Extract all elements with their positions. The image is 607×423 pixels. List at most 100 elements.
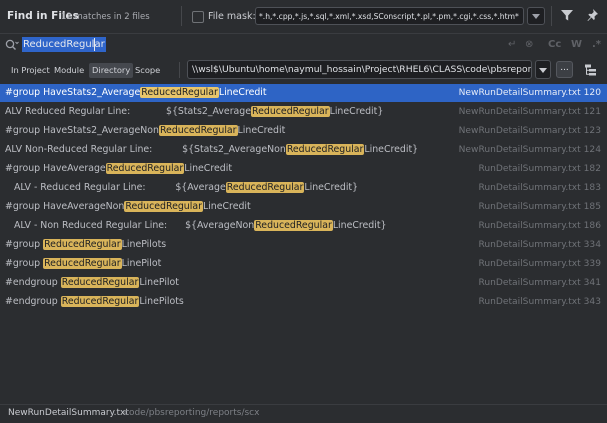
result-file-name: NewRunDetailSummary.txt: [458, 145, 581, 155]
result-line-text: ALV - Reduced Regular Line: ${AverageRed…: [5, 179, 358, 197]
tab-directory[interactable]: Directory: [89, 63, 134, 78]
result-file-name: RunDetailSummary.txt: [478, 221, 581, 231]
result-line-text: #group ReducedRegularLinePilot: [5, 255, 161, 273]
result-suffix: LineCredit}: [364, 144, 419, 155]
result-file-location: RunDetailSummary.txt 341: [478, 274, 601, 292]
match-highlight: ReducedRegular: [251, 106, 330, 117]
file-mask-input[interactable]: *.h,*.cpp,*.js,*.sql,*.xml,*.xsd,SConscr…: [255, 7, 524, 25]
pin-icon[interactable]: [586, 8, 599, 22]
file-mask-checkbox[interactable]: [192, 11, 204, 23]
result-file-location: NewRunDetailSummary.txt 121: [459, 103, 601, 121]
result-suffix: LineCredit: [237, 125, 286, 136]
result-line-number: 339: [583, 259, 601, 269]
match-highlight: ReducedRegular: [124, 201, 203, 212]
result-file-name: RunDetailSummary.txt: [478, 202, 581, 212]
match-highlight: ReducedRegular: [43, 239, 122, 250]
filter-icon[interactable]: [560, 8, 574, 22]
words-icon[interactable]: W: [571, 38, 582, 52]
result-line-number: 123: [583, 126, 601, 136]
browse-button[interactable]: ...: [556, 61, 573, 78]
result-file-location: RunDetailSummary.txt 334: [478, 236, 601, 254]
result-line-number: 334: [583, 240, 601, 250]
result-suffix: LineCredit: [202, 201, 251, 212]
result-row[interactable]: #endgroup ReducedRegularLinePilots RunDet…: [0, 293, 607, 311]
result-prefix: #group HaveStats2_AverageNon: [5, 125, 159, 136]
result-line-text: #group HaveStats2_AverageReducedRegularL…: [5, 84, 267, 102]
result-suffix: LineCredit: [184, 163, 232, 174]
result-file-name: NewRunDetailSummary.txt: [458, 107, 581, 117]
result-line-text: ALV Non-Reduced Regular Line: ${Stats2_A…: [5, 141, 418, 159]
result-line-text: ALV Reduced Regular Line: ${Stats2_Avera…: [5, 103, 383, 121]
header-divider-2: [551, 6, 552, 26]
file-mask-label: File mask:: [208, 11, 256, 22]
search-icon[interactable]: [5, 39, 19, 51]
tab-scope[interactable]: Scope: [132, 63, 163, 78]
result-prefix: #group HaveAverage: [5, 163, 106, 174]
regex-icon[interactable]: .*: [592, 38, 601, 52]
result-prefix: #group HaveAverageNon: [5, 201, 125, 212]
result-row[interactable]: ALV - Non Reduced Regular Line: ${Averag…: [0, 217, 607, 235]
directory-dropdown[interactable]: [535, 60, 551, 79]
result-suffix: LinePilot: [121, 258, 162, 269]
result-line-number: 121: [583, 107, 601, 117]
result-line-text: #group HaveStats2_AverageNonReducedRegul…: [5, 122, 285, 140]
result-file-name: NewRunDetailSummary.txt: [458, 88, 581, 98]
header-divider: [181, 6, 182, 26]
find-in-files-header: Find in Files 12 matches in 2 files File…: [0, 0, 607, 33]
file-mask-dropdown[interactable]: [527, 7, 545, 25]
result-row[interactable]: ALV - Reduced Regular Line: ${AverageRed…: [0, 179, 607, 197]
result-row[interactable]: #group HaveAverageReducedRegularLineCred…: [0, 160, 607, 178]
result-line-number: 186: [583, 221, 601, 231]
result-file-name: RunDetailSummary.txt: [478, 240, 581, 250]
result-row[interactable]: #group ReducedRegularLinePilots RunDetail…: [0, 236, 607, 254]
result-row[interactable]: ALV Reduced Regular Line: ${Stats2_Avera…: [0, 103, 607, 121]
newline-icon[interactable]: ↵: [508, 38, 516, 52]
result-prefix: #endgroup: [5, 277, 61, 288]
match-highlight: ReducedRegular: [60, 277, 140, 288]
result-file-location: RunDetailSummary.txt 339: [478, 255, 601, 273]
result-file-location: NewRunDetailSummary.txt 123: [459, 122, 601, 140]
recursive-icon[interactable]: [584, 63, 598, 77]
result-file-location: RunDetailSummary.txt 182: [478, 160, 601, 178]
result-file-name: RunDetailSummary.txt: [478, 297, 581, 307]
match-highlight: ReducedRegular: [285, 144, 365, 155]
tab-module[interactable]: Module: [51, 63, 87, 78]
directory-path-input[interactable]: \\wsl$\Ubuntu\home\naymul_hossain\Projec…: [187, 60, 532, 79]
result-prefix: ALV - Non Reduced Regular Line: ${Averag…: [5, 220, 255, 231]
result-suffix: LineCredit: [218, 87, 267, 98]
result-file-location: NewRunDetailSummary.txt 120: [459, 84, 601, 102]
result-prefix: ALV Reduced Regular Line: ${Stats2_Avera…: [5, 106, 252, 117]
search-bar: ReducedRegular ↵ ⊗ Cc W .*: [0, 33, 607, 57]
result-file-location: NewRunDetailSummary.txt 124: [459, 141, 601, 159]
result-line-text: #endgroup ReducedRegularLinePilot: [5, 274, 179, 292]
result-file-name: RunDetailSummary.txt: [478, 164, 581, 174]
result-line-number: 185: [583, 202, 601, 212]
regex-history-icon[interactable]: ⊗: [525, 38, 533, 52]
match-count: 12 matches in 2 files: [61, 12, 150, 22]
result-row[interactable]: ALV Non-Reduced Regular Line: ${Stats2_A…: [0, 141, 607, 159]
result-row[interactable]: #group ReducedRegularLinePilot RunDetailS…: [0, 255, 607, 273]
result-line-number: 120: [583, 88, 601, 98]
result-line-text: #group ReducedRegularLinePilots: [5, 236, 166, 254]
result-line-text: ALV - Non Reduced Regular Line: ${Averag…: [5, 217, 387, 235]
result-line-number: 124: [583, 145, 601, 155]
match-highlight: ReducedRegular: [225, 182, 305, 193]
match-highlight: ReducedRegular: [254, 220, 333, 231]
result-prefix: ALV - Reduced Regular Line: ${Average: [5, 182, 226, 193]
result-file-location: RunDetailSummary.txt 183: [478, 179, 601, 197]
match-highlight: ReducedRegular: [158, 125, 238, 136]
result-row[interactable]: #group HaveAverageNonReducedRegularLineC…: [0, 198, 607, 216]
result-line-text: #group HaveAverageReducedRegularLineCred…: [5, 160, 232, 178]
status-file-name: NewRunDetailSummary.txt: [8, 408, 129, 418]
result-row[interactable]: #group HaveStats2_AverageReducedRegularL…: [0, 84, 607, 102]
result-file-name: NewRunDetailSummary.txt: [458, 126, 581, 136]
result-suffix: LinePilots: [121, 239, 167, 250]
result-file-location: RunDetailSummary.txt 185: [478, 198, 601, 216]
result-row[interactable]: #group HaveStats2_AverageNonReducedRegul…: [0, 122, 607, 140]
match-case-icon[interactable]: Cc: [548, 38, 561, 52]
result-row[interactable]: #endgroup ReducedRegularLinePilot RunDeta…: [0, 274, 607, 292]
result-file-location: RunDetailSummary.txt 186: [478, 217, 601, 235]
result-line-number: 341: [583, 278, 601, 288]
tab-in-project[interactable]: In Project: [8, 63, 53, 78]
result-file-name: RunDetailSummary.txt: [478, 278, 581, 288]
